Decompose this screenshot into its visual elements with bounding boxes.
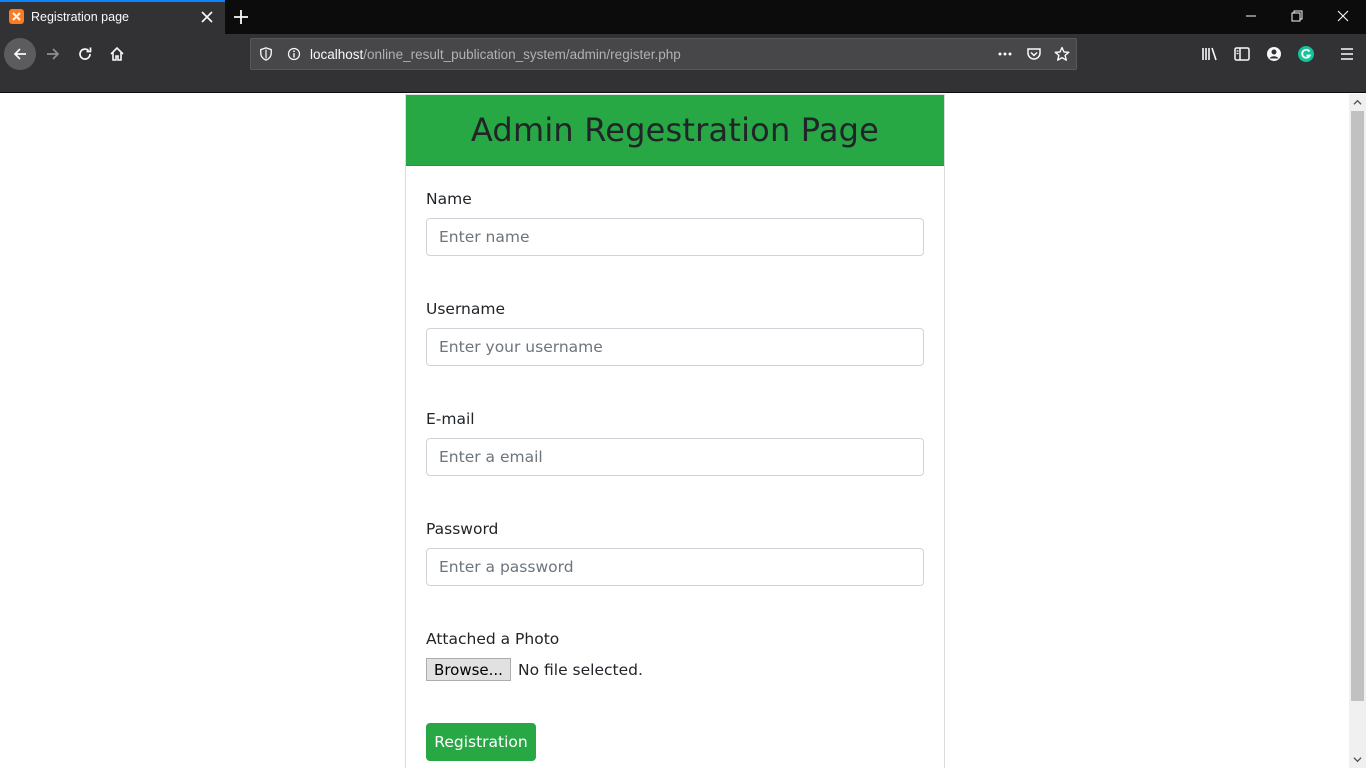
scroll-up-icon[interactable] (1349, 94, 1366, 111)
file-status: No file selected. (518, 660, 643, 679)
back-icon[interactable] (4, 38, 36, 70)
tab-strip: Registration page (0, 0, 1366, 34)
registration-button[interactable]: Registration (426, 723, 536, 761)
close-window-icon[interactable] (1320, 0, 1366, 32)
url-path: /online_result_publication_system/admin/… (363, 47, 681, 62)
library-icon[interactable] (1201, 45, 1219, 63)
email-label: E-mail (426, 410, 475, 428)
email-input[interactable] (426, 438, 924, 476)
page-title: Admin Regestration Page (470, 111, 880, 149)
username-input[interactable] (426, 328, 924, 366)
scroll-thumb[interactable] (1351, 111, 1364, 701)
scroll-down-icon[interactable] (1349, 751, 1366, 768)
registration-card: Admin Regestration Page Name Username E-… (405, 94, 945, 768)
sidebar-icon[interactable] (1233, 45, 1251, 63)
name-label: Name (426, 190, 472, 208)
reload-icon[interactable] (69, 38, 101, 70)
grammarly-icon[interactable] (1297, 45, 1315, 63)
url-host: localhost (310, 47, 364, 62)
address-bar[interactable]: localhost/online_result_publication_syst… (250, 38, 1077, 70)
name-input[interactable] (426, 218, 924, 256)
pocket-icon[interactable] (1026, 46, 1042, 62)
restore-icon[interactable] (1274, 0, 1320, 32)
site-info-icon[interactable] (286, 46, 302, 62)
account-icon[interactable] (1265, 45, 1283, 63)
url-text: localhost/online_result_publication_syst… (310, 47, 681, 62)
password-label: Password (426, 520, 499, 538)
active-tab[interactable]: Registration page (0, 0, 225, 34)
forward-icon[interactable] (37, 38, 69, 70)
home-icon[interactable] (101, 38, 133, 70)
xampp-favicon-icon (9, 9, 24, 24)
menu-icon[interactable] (1338, 45, 1356, 63)
new-tab-icon[interactable] (231, 7, 251, 27)
page-actions-icon[interactable] (997, 46, 1013, 62)
page-scrollbar[interactable] (1349, 94, 1366, 768)
username-label: Username (426, 300, 506, 318)
browse-button[interactable]: Browse... (426, 658, 511, 681)
bookmark-star-icon[interactable] (1054, 46, 1070, 62)
photo-file-input: Browse... No file selected. (426, 658, 643, 681)
page-viewport: Admin Regestration Page Name Username E-… (0, 94, 1349, 768)
navigation-toolbar: localhost/online_result_publication_syst… (0, 34, 1366, 93)
minimize-icon[interactable] (1228, 0, 1274, 32)
tab-title: Registration page (31, 10, 129, 24)
tracking-shield-icon[interactable] (258, 46, 274, 62)
photo-label: Attached a Photo (426, 630, 560, 648)
card-header: Admin Regestration Page (406, 95, 944, 166)
tab-close-icon[interactable] (199, 9, 215, 25)
password-input[interactable] (426, 548, 924, 586)
